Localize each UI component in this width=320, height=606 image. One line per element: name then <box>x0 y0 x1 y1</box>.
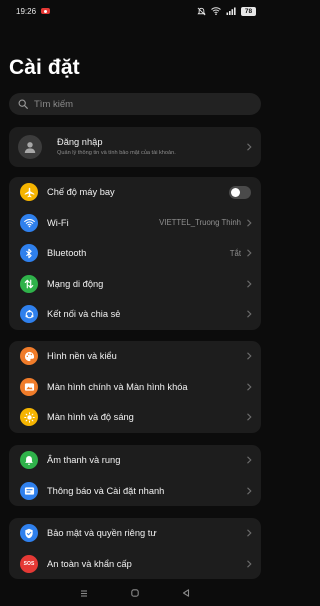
notification-icon <box>20 481 38 500</box>
page-title: Cài đặt <box>9 56 80 79</box>
chevron-right-icon <box>247 487 252 495</box>
safety-emergency-label: An toàn và khẩn cấp <box>47 558 132 569</box>
sound-vibration-item[interactable]: Âm thanh và rung <box>9 445 261 476</box>
chevron-right-icon <box>247 529 252 537</box>
search-input[interactable]: Tìm kiếm <box>9 93 261 115</box>
wallpaper-style-item[interactable]: Hình nền và kiểu <box>9 341 261 372</box>
connection-sharing-label: Kết nối và chia sẻ <box>47 309 121 320</box>
chevron-right-icon <box>247 280 252 288</box>
avatar <box>18 135 42 159</box>
wifi-network-name: VIETTEL_Truong Thinh <box>159 218 241 228</box>
status-bar: 19:26 78 <box>0 0 270 22</box>
connection-sharing-item[interactable]: Kết nối và chia sẻ <box>9 299 261 330</box>
chevron-right-icon <box>247 456 252 464</box>
connection-sharing-icon <box>20 305 38 324</box>
display-brightness-item[interactable]: Màn hình và độ sáng <box>9 402 261 433</box>
shield-icon <box>20 524 38 543</box>
screen-record-icon <box>41 8 51 14</box>
wifi-item[interactable]: Wi-Fi VIETTEL_Truong Thinh <box>9 208 261 239</box>
security-group: Bảo mật và quyền riêng tư SOS An toàn và… <box>9 518 261 579</box>
chevron-right-icon <box>247 310 252 318</box>
bluetooth-item[interactable]: Bluetooth Tắt <box>9 238 261 269</box>
sound-notification-group: Âm thanh và rung Thông báo và Cài đặt nh… <box>9 445 261 506</box>
display-brightness-label: Màn hình và độ sáng <box>47 412 134 423</box>
mobile-network-item[interactable]: Mạng di động <box>9 269 261 300</box>
brightness-icon <box>20 408 38 427</box>
bluetooth-icon <box>20 244 38 263</box>
search-icon <box>18 99 28 109</box>
wifi-label: Wi-Fi <box>47 217 69 228</box>
account-subtitle: Quản lý thông tin và tính bảo mật của tà… <box>57 150 176 156</box>
network-settings-group: Chế độ máy bay Wi-Fi VIETTEL_Truong Thin… <box>9 177 261 330</box>
account-login-item[interactable]: Đăng nhập Quản lý thông tin và tính bảo … <box>9 127 261 167</box>
chevron-right-icon <box>247 413 252 421</box>
airplane-icon <box>20 183 38 202</box>
recent-apps-icon[interactable] <box>79 589 89 598</box>
airplane-mode-item[interactable]: Chế độ máy bay <box>9 177 261 208</box>
user-icon <box>24 142 36 153</box>
sound-vibration-label: Âm thanh và rung <box>47 455 121 466</box>
chevron-right-icon <box>247 249 252 257</box>
bluetooth-status: Tắt <box>229 248 241 258</box>
security-privacy-item[interactable]: Bảo mật và quyền riêng tư <box>9 518 261 549</box>
airplane-mode-label: Chế độ máy bay <box>47 187 115 198</box>
home-screen-icon <box>20 377 38 396</box>
chevron-right-icon <box>247 143 252 151</box>
palette-icon <box>20 347 38 366</box>
mobile-data-icon <box>20 274 38 293</box>
mute-icon <box>197 7 206 15</box>
wallpaper-style-label: Hình nền và kiểu <box>47 351 117 362</box>
security-privacy-label: Bảo mật và quyền riêng tư <box>47 528 157 539</box>
battery-icon: 78 <box>241 6 256 16</box>
system-navigation-bar <box>0 580 270 606</box>
chevron-right-icon <box>247 383 252 391</box>
display-settings-group: Hình nền và kiểu Màn hình chính và Màn h… <box>9 341 261 433</box>
notification-quick-settings-item[interactable]: Thông báo và Cài đặt nhanh <box>9 476 261 507</box>
back-icon[interactable] <box>181 588 191 598</box>
account-title: Đăng nhập <box>57 137 103 147</box>
chevron-right-icon <box>247 219 252 227</box>
bluetooth-label: Bluetooth <box>47 248 87 259</box>
airplane-mode-toggle[interactable] <box>229 185 251 199</box>
safety-emergency-item[interactable]: SOS An toàn và khẩn cấp <box>9 549 261 580</box>
status-time: 19:26 <box>16 6 37 16</box>
bell-icon <box>20 451 38 470</box>
wifi-status-icon <box>211 7 221 15</box>
home-icon[interactable] <box>130 588 140 598</box>
search-placeholder: Tìm kiếm <box>34 98 74 110</box>
chevron-right-icon <box>247 560 252 568</box>
chevron-right-icon <box>247 352 252 360</box>
wifi-icon <box>20 213 38 232</box>
signal-icon <box>226 7 236 15</box>
sos-badge-text: SOS <box>23 560 35 567</box>
home-lock-screen-label: Màn hình chính và Màn hình khóa <box>47 381 188 392</box>
home-lock-screen-item[interactable]: Màn hình chính và Màn hình khóa <box>9 372 261 403</box>
notification-quick-settings-label: Thông báo và Cài đặt nhanh <box>47 485 165 496</box>
sos-icon: SOS <box>20 554 38 573</box>
mobile-network-label: Mạng di động <box>47 278 104 289</box>
